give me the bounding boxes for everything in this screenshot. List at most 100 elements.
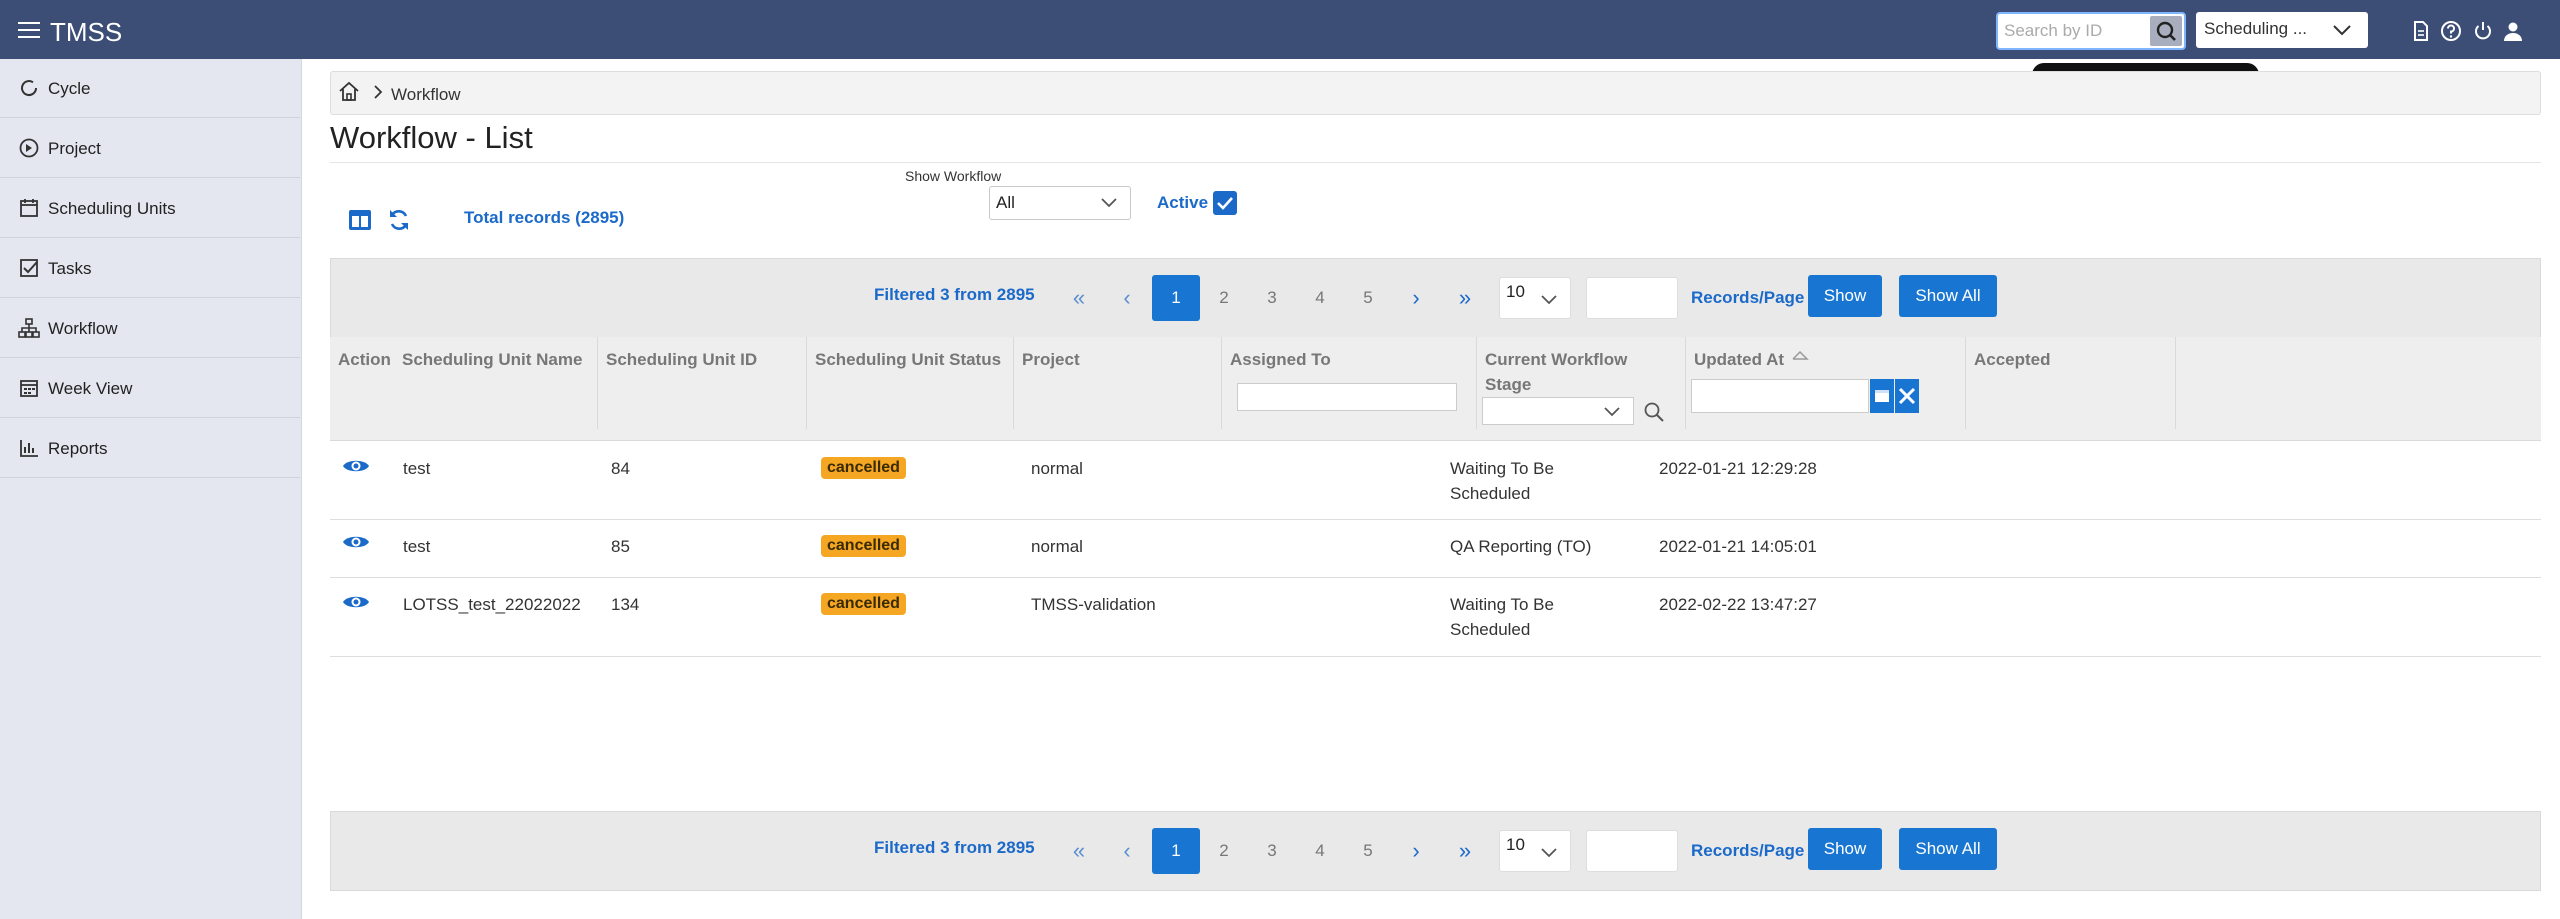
column-header-status[interactable]: Scheduling Unit Status <box>807 337 1014 429</box>
records-per-page-label: Records/Page <box>1691 288 1805 307</box>
filtered-count: Filtered 3 from 2895 <box>874 838 1035 857</box>
next-page-button[interactable]: › <box>1396 828 1436 874</box>
page-button[interactable]: 5 <box>1344 275 1392 321</box>
sidebar-item-reports[interactable]: Reports <box>0 419 300 478</box>
search-box <box>1996 12 2186 50</box>
object-type-value: Scheduling ... <box>2204 19 2308 38</box>
prev-page-button[interactable]: ‹ <box>1107 828 1147 874</box>
search-button[interactable] <box>2150 16 2182 46</box>
next-page-button[interactable]: › <box>1396 275 1436 321</box>
menu-icon[interactable] <box>18 22 40 38</box>
rows-per-page-select[interactable]: 10 <box>1499 277 1571 319</box>
sidebar-item-week-view[interactable]: Week View <box>0 359 300 418</box>
row-updated: 2022-01-21 14:05:01 <box>1659 537 1817 556</box>
last-page-button[interactable]: » <box>1445 275 1485 321</box>
records-per-page-input[interactable] <box>1586 830 1678 872</box>
column-toggle-icon[interactable] <box>347 207 373 233</box>
sidebar: Cycle Project Scheduling Units Tasks Wor… <box>0 59 302 919</box>
rows-per-page-value: 10 <box>1506 835 1525 854</box>
sidebar-item-label: Cycle <box>48 79 91 98</box>
sidebar-item-project[interactable]: Project <box>0 119 300 178</box>
chevron-down-icon <box>1101 198 1117 208</box>
status-badge: cancelled <box>821 593 906 615</box>
sidebar-item-workflow[interactable]: Workflow <box>0 299 300 358</box>
records-per-page-input[interactable] <box>1586 277 1678 319</box>
records-per-page-label: Records/Page <box>1691 841 1805 860</box>
show-button[interactable]: Show <box>1808 275 1882 317</box>
active-checkbox[interactable] <box>1213 191 1237 215</box>
page-button[interactable]: 5 <box>1344 828 1392 874</box>
power-icon[interactable] <box>2472 20 2494 42</box>
rows-per-page-value: 10 <box>1506 282 1525 301</box>
eye-icon[interactable] <box>342 456 370 476</box>
sidebar-item-label: Workflow <box>48 319 118 338</box>
column-header-action: Action <box>338 350 391 369</box>
chevron-down-icon <box>1541 295 1557 305</box>
show-workflow-value: All <box>996 193 1015 212</box>
sidebar-item-scheduling-units[interactable]: Scheduling Units <box>0 179 300 238</box>
page-button[interactable]: 1 <box>1152 828 1200 874</box>
column-header-updated[interactable]: Updated At <box>1686 337 1966 429</box>
show-button[interactable]: Show <box>1808 828 1882 870</box>
user-icon[interactable] <box>2502 20 2524 42</box>
eye-icon[interactable] <box>342 532 370 552</box>
home-icon[interactable] <box>337 80 361 104</box>
stage-filter-select[interactable] <box>1482 397 1634 425</box>
column-header-accepted[interactable]: Accepted <box>1966 337 2176 429</box>
updated-date-input[interactable] <box>1691 379 1869 413</box>
page-button[interactable]: 2 <box>1200 828 1248 874</box>
refresh-icon[interactable] <box>386 207 412 233</box>
rows-per-page-select[interactable]: 10 <box>1499 830 1571 872</box>
calendar-button[interactable] <box>1870 379 1894 413</box>
page-button[interactable]: 4 <box>1296 828 1344 874</box>
clear-date-button[interactable] <box>1895 379 1919 413</box>
search-input[interactable] <box>2000 16 2148 46</box>
table-row: LOTSS_test_22022022 134 cancelled TMSS-v… <box>330 578 2541 657</box>
calendar-icon <box>1875 390 1889 402</box>
show-workflow-select[interactable]: All <box>989 186 1131 220</box>
assigned-filter-input[interactable] <box>1237 383 1457 411</box>
show-all-button[interactable]: Show All <box>1899 828 1997 870</box>
divider <box>330 162 2541 163</box>
column-header-id[interactable]: Scheduling Unit ID <box>598 337 807 429</box>
sidebar-item-cycle[interactable]: Cycle <box>0 59 300 118</box>
show-all-button[interactable]: Show All <box>1899 275 1997 317</box>
row-project: normal <box>1031 459 1083 478</box>
first-page-button[interactable]: « <box>1059 275 1099 321</box>
table-header: Action Scheduling Unit Name Scheduling U… <box>330 337 2541 441</box>
page-button[interactable]: 4 <box>1296 275 1344 321</box>
first-page-button[interactable]: « <box>1059 828 1099 874</box>
row-stage: QA Reporting (TO) <box>1450 537 1592 556</box>
object-type-select[interactable]: Scheduling ... <box>2196 12 2368 48</box>
column-header-assigned[interactable]: Assigned To <box>1222 337 1477 429</box>
document-icon[interactable] <box>2410 20 2432 42</box>
sort-icon[interactable] <box>1791 349 1809 363</box>
column-header-project[interactable]: Project <box>1014 337 1222 429</box>
chevron-right-icon <box>374 85 383 99</box>
page-button[interactable]: 2 <box>1200 275 1248 321</box>
search-icon[interactable] <box>1643 401 1665 423</box>
page-button[interactable]: 3 <box>1248 828 1296 874</box>
help-icon[interactable] <box>2440 20 2462 42</box>
row-name: test <box>403 459 431 478</box>
prev-page-button[interactable]: ‹ <box>1107 275 1147 321</box>
row-id: 84 <box>611 459 630 478</box>
eye-icon[interactable] <box>342 592 370 612</box>
sidebar-item-tasks[interactable]: Tasks <box>0 239 300 298</box>
sidebar-item-label: Scheduling Units <box>48 199 176 218</box>
breadcrumb: Workflow <box>330 71 2541 115</box>
column-header-name[interactable]: Scheduling Unit Name <box>394 337 598 429</box>
close-icon <box>1898 387 1916 405</box>
app-title: TMSS <box>50 17 123 47</box>
page-button[interactable]: 1 <box>1152 275 1200 321</box>
last-page-button[interactable]: » <box>1445 828 1485 874</box>
column-header-stage[interactable]: Current Workflow Stage <box>1477 337 1686 429</box>
page-button[interactable]: 3 <box>1248 275 1296 321</box>
chevron-down-icon <box>1604 407 1620 417</box>
show-workflow-label: Show Workflow <box>905 168 1002 184</box>
active-label: Active <box>1157 193 1209 212</box>
search-icon <box>2156 21 2176 41</box>
paginator-top: Filtered 3 from 2895 « ‹ 1 2 3 4 5 › » 1… <box>330 258 2541 338</box>
sidebar-item-label: Tasks <box>48 259 92 278</box>
cycle-icon <box>21 80 38 97</box>
